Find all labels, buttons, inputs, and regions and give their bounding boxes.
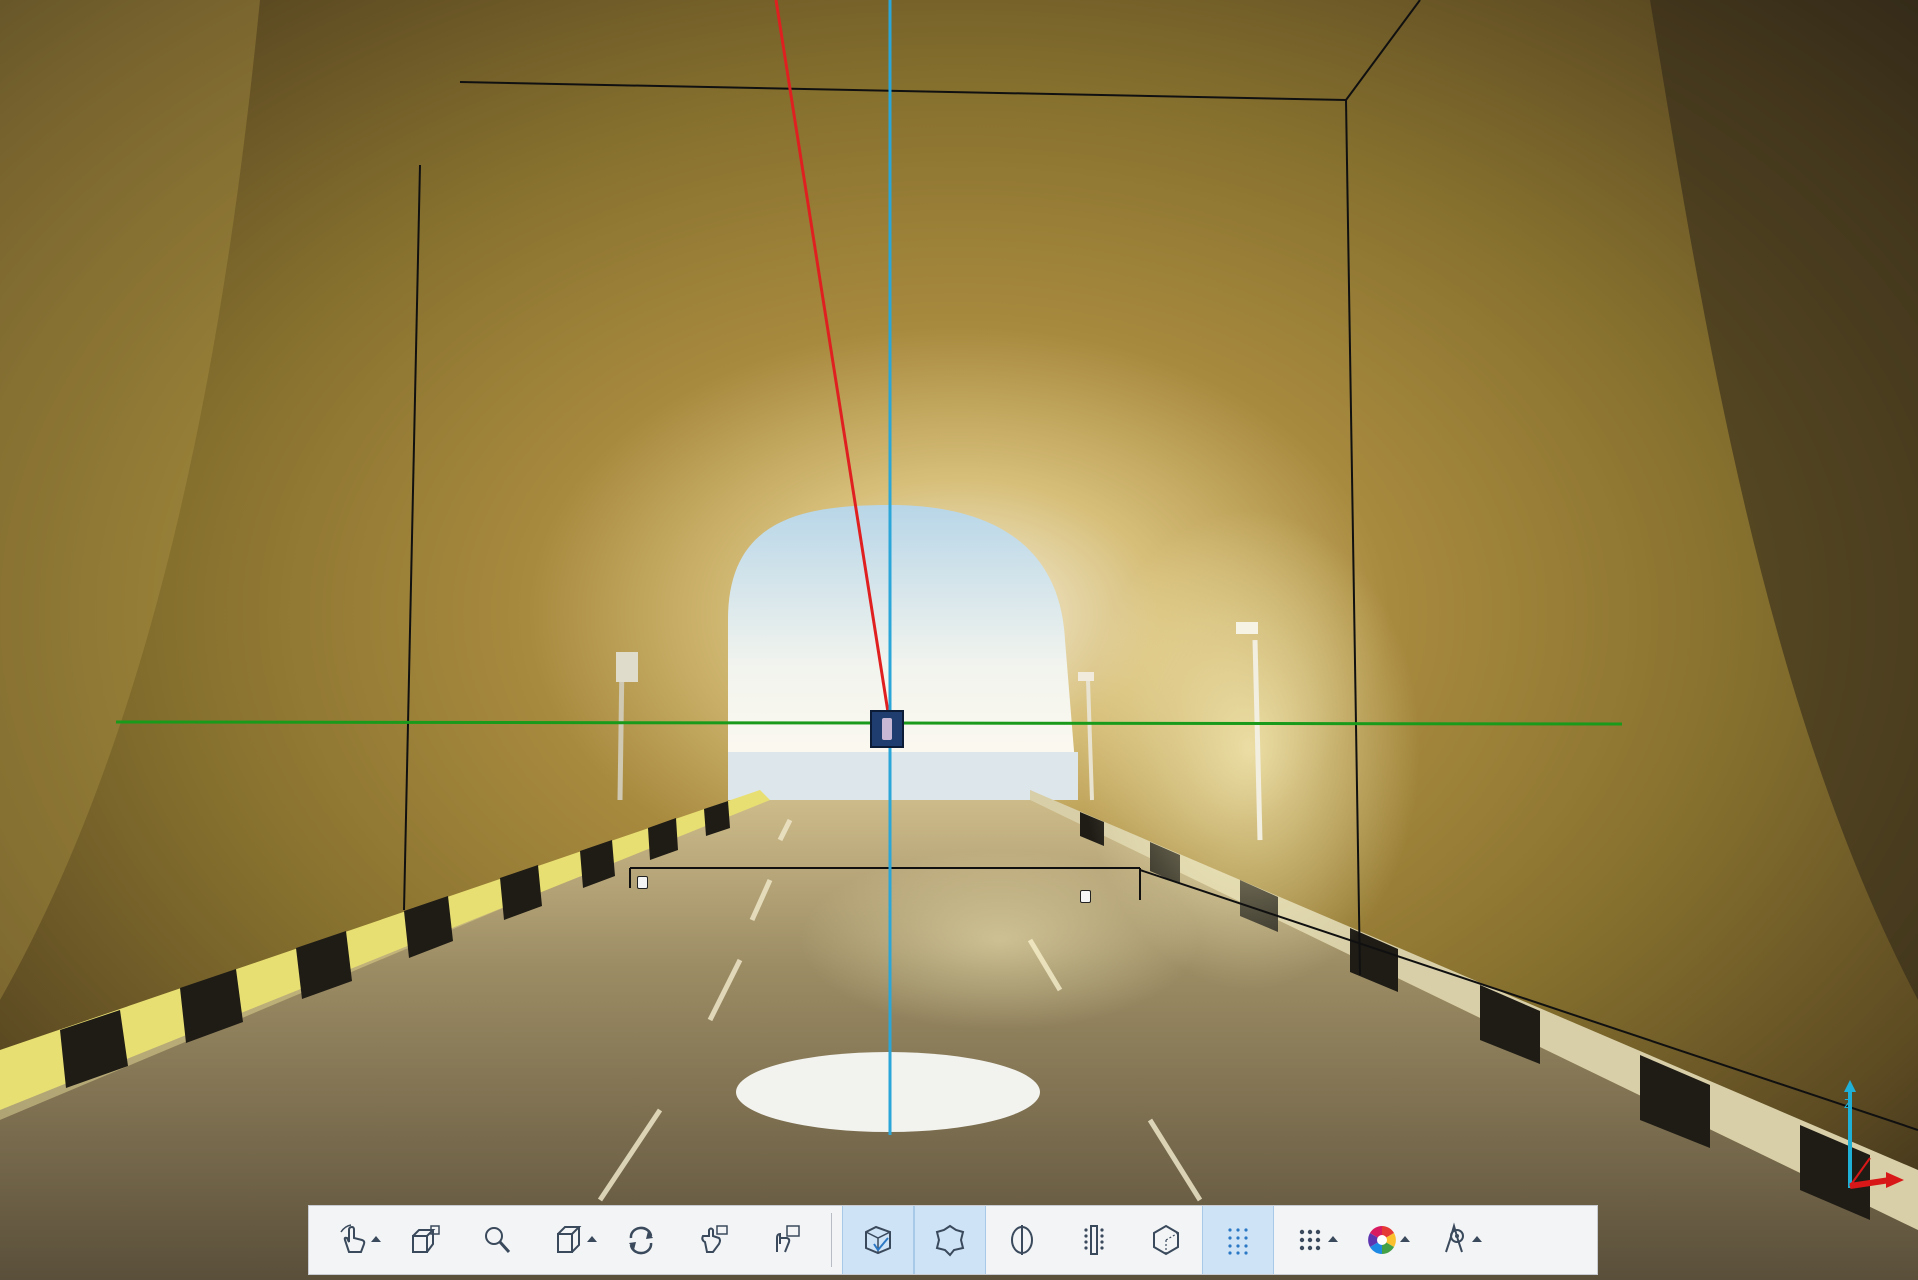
clip-box-icon [865, 1225, 891, 1255]
dropdown-caret-icon[interactable] [587, 1236, 597, 1242]
color-wheel-icon [1368, 1226, 1396, 1254]
hand-camera-icon [701, 1225, 728, 1253]
hexagon-icon [1153, 1224, 1179, 1256]
clip-disc [736, 1052, 1040, 1132]
tunnel-point-cloud-scene[interactable] [0, 0, 1918, 1280]
point-grid-icon [1299, 1229, 1321, 1251]
dropdown-caret-icon[interactable] [1400, 1236, 1410, 1242]
slice-button[interactable] [1058, 1206, 1130, 1274]
navigation-tools [317, 1206, 821, 1274]
y-axis-line [115, 720, 1623, 726]
section-button[interactable] [986, 1206, 1058, 1274]
point-marker[interactable] [637, 876, 648, 889]
dropdown-caret-icon[interactable] [371, 1236, 381, 1242]
point-density-button[interactable] [1202, 1206, 1274, 1274]
display-tools [1274, 1206, 1490, 1274]
point-cloud-viewport[interactable]: Z [0, 0, 1918, 1280]
dropdown-caret-icon[interactable] [1328, 1236, 1338, 1242]
walk-camera-icon [776, 1225, 800, 1253]
gizmo-x-axis [1849, 1177, 1891, 1189]
cube-icon [557, 1226, 582, 1253]
view-cube-button[interactable] [533, 1206, 605, 1274]
hexagon-view-button[interactable] [1130, 1206, 1202, 1274]
zoom-button[interactable] [461, 1206, 533, 1274]
select-tool-button[interactable] [317, 1206, 389, 1274]
orbit-button[interactable] [605, 1206, 677, 1274]
rotate-icon [629, 1226, 653, 1255]
camera-cube-icon [412, 1225, 440, 1253]
dropdown-caret-icon[interactable] [1472, 1236, 1482, 1242]
pointer-hand-icon [340, 1224, 366, 1253]
svg-text:Z: Z [1844, 1096, 1852, 1111]
toolbar-separator [831, 1213, 832, 1267]
clip-shape-icon [935, 1224, 965, 1257]
clip-shape-button[interactable] [914, 1206, 986, 1274]
pan-camera-button[interactable] [677, 1206, 749, 1274]
section-icon [1011, 1225, 1033, 1255]
axis-gizmo: Z [1844, 1080, 1904, 1189]
eye-drop-icon [1445, 1222, 1464, 1253]
camera-view-button[interactable] [389, 1206, 461, 1274]
visibility-button[interactable] [1418, 1206, 1490, 1274]
point-size-button[interactable] [1274, 1206, 1346, 1274]
sea-horizon [728, 752, 1078, 800]
point-marker[interactable] [1080, 890, 1091, 903]
dotted-grid-icon [1228, 1228, 1248, 1255]
walk-camera-button[interactable] [749, 1206, 821, 1274]
slice-icon [1084, 1225, 1104, 1255]
clip-box-button[interactable] [842, 1206, 914, 1274]
manipulator-handle[interactable] [870, 710, 904, 748]
color-mode-button[interactable] [1346, 1206, 1418, 1274]
clipping-tools [842, 1206, 1274, 1274]
bottom-toolbar [308, 1205, 1598, 1275]
magnifier-icon [485, 1227, 511, 1254]
